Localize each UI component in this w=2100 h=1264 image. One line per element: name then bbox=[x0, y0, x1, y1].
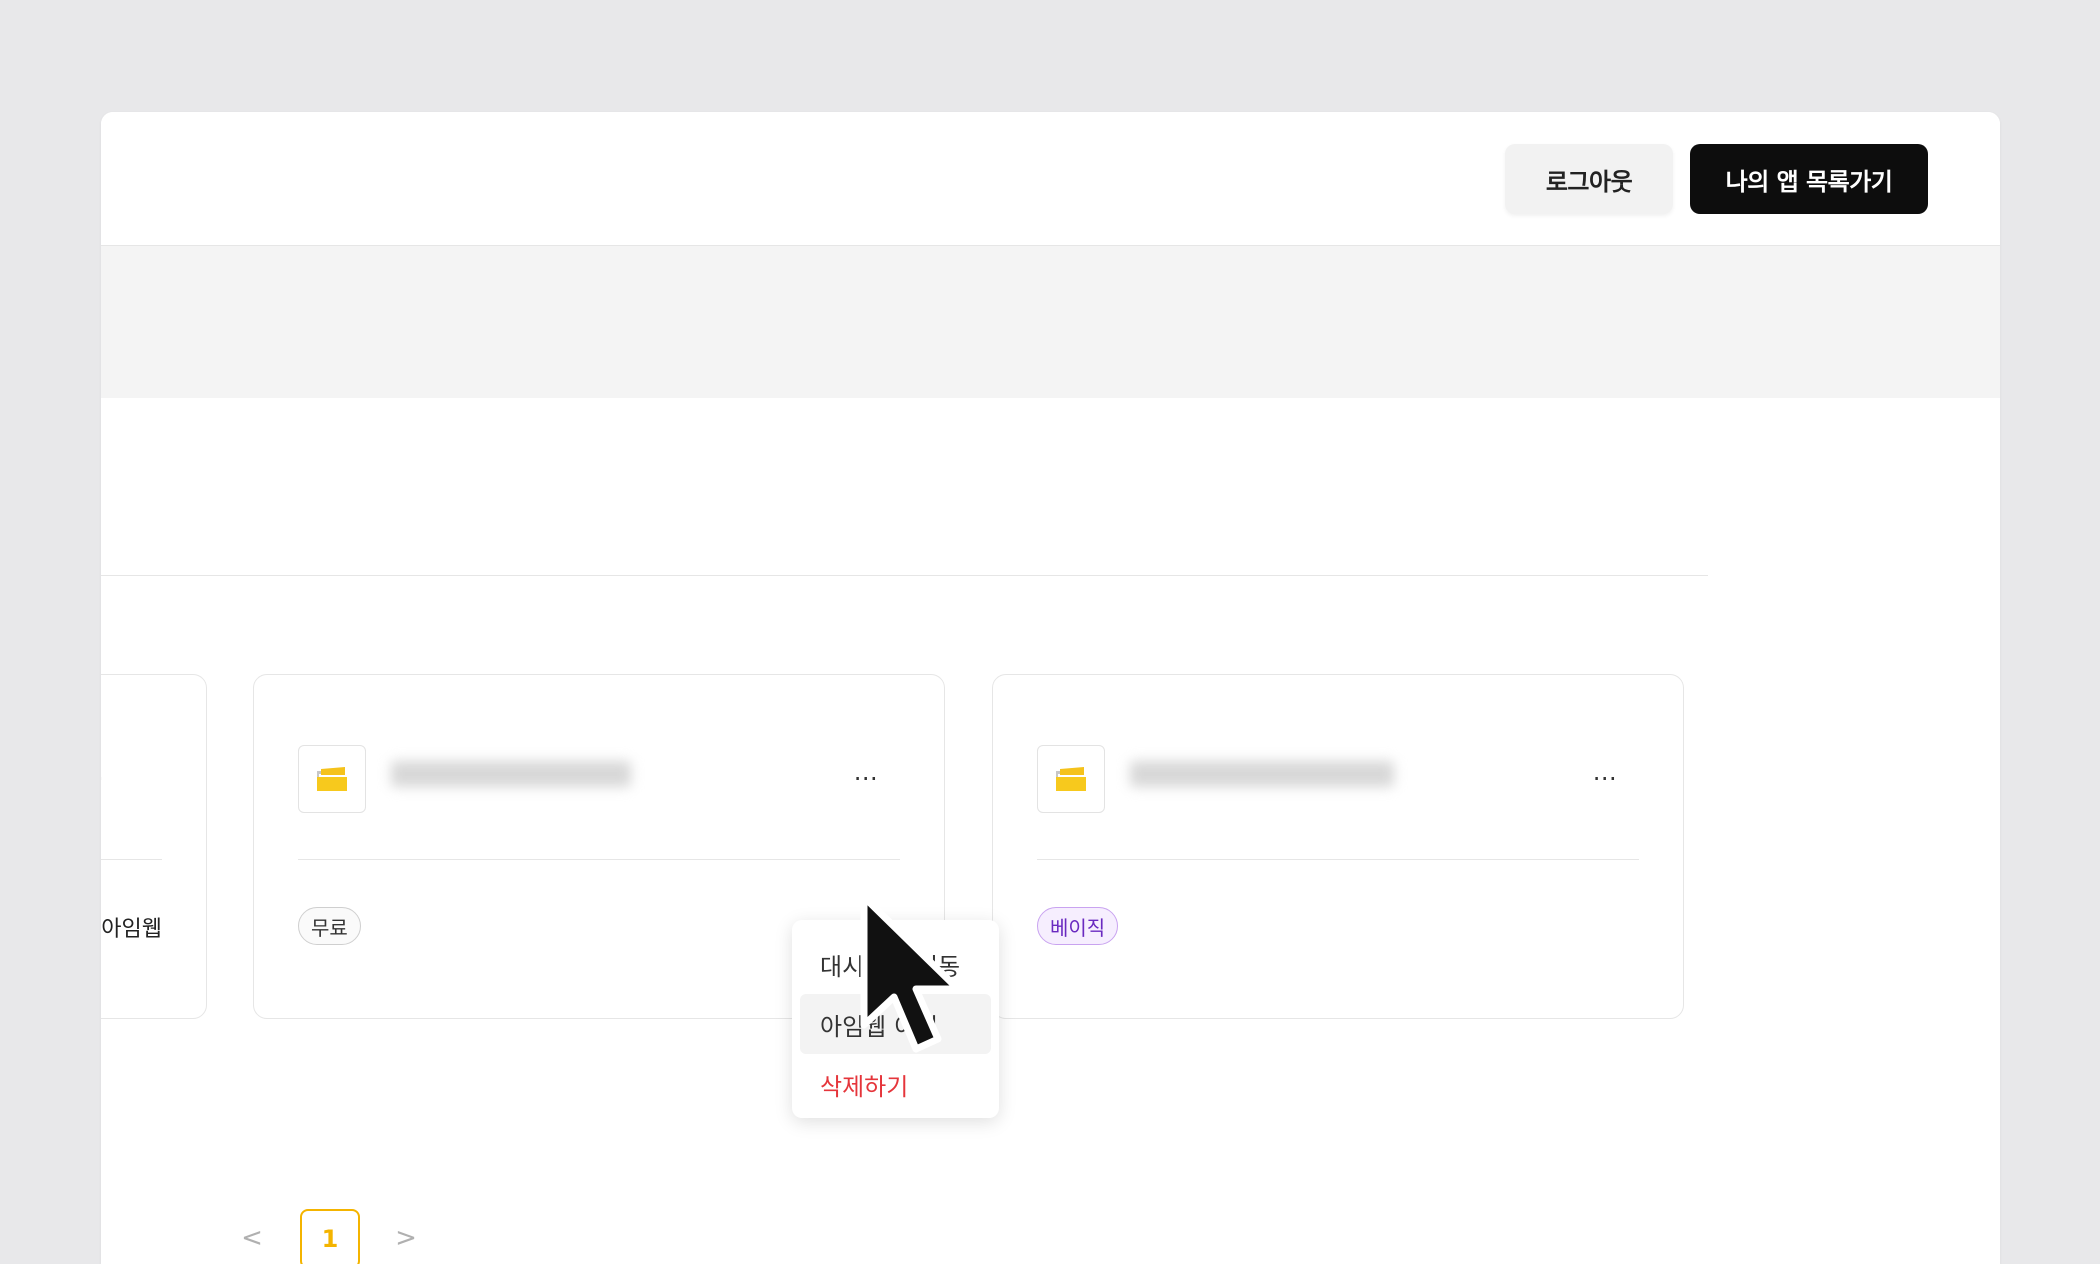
card-divider bbox=[298, 859, 900, 860]
section-divider bbox=[101, 575, 1708, 576]
more-options-icon[interactable]: ⋯ bbox=[101, 763, 117, 793]
logout-button[interactable]: 로그아웃 bbox=[1505, 144, 1673, 214]
app-name-blurred bbox=[1130, 761, 1394, 797]
card-context-menu: 대시보드 이동 아임웹 이전 삭제하기 bbox=[792, 920, 999, 1118]
menu-item-delete[interactable]: 삭제하기 bbox=[800, 1054, 991, 1114]
app-card[interactable]: ⋯ 베이직 bbox=[992, 674, 1684, 1019]
folder-icon bbox=[298, 745, 366, 813]
app-card[interactable]: ⋯ 아임웹 bbox=[101, 674, 207, 1019]
card-divider bbox=[101, 859, 162, 860]
top-navigation-bar: 로그아웃 나의 앱 목록가기 bbox=[101, 112, 2000, 246]
prev-page-icon[interactable]: < bbox=[232, 1215, 272, 1261]
app-tag: 아임웹 bbox=[101, 917, 162, 942]
more-options-icon[interactable]: ⋯ bbox=[1582, 763, 1630, 793]
page-number-current[interactable]: 1 bbox=[300, 1209, 360, 1264]
card-divider bbox=[1037, 859, 1639, 860]
plan-badge: 베이직 bbox=[1037, 907, 1119, 945]
app-window: 로그아웃 나의 앱 목록가기 ⋯ 아임웹 ⋯ 무료 bbox=[101, 112, 2000, 1264]
my-apps-button[interactable]: 나의 앱 목록가기 bbox=[1690, 144, 1928, 214]
folder-icon bbox=[1037, 745, 1105, 813]
next-page-icon[interactable]: > bbox=[386, 1215, 426, 1261]
app-name-blurred bbox=[391, 761, 631, 797]
more-options-icon[interactable]: ⋯ bbox=[843, 763, 891, 793]
plan-badge: 무료 bbox=[298, 907, 361, 945]
menu-item-dashboard[interactable]: 대시보드 이동 bbox=[800, 934, 991, 994]
page-banner bbox=[101, 246, 2000, 398]
menu-item-migrate[interactable]: 아임웹 이전 bbox=[800, 994, 991, 1054]
